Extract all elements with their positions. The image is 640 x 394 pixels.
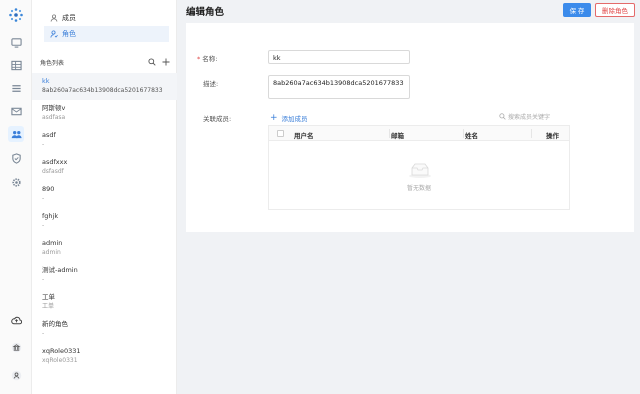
role-name: fghjk	[42, 212, 59, 220]
role-list-title: 角色列表	[40, 59, 65, 67]
roles-panel: 成员 角色 角色列表 kk 8ab260a7ac634b13908dca5201…	[32, 0, 177, 394]
role-name: 新的角色	[42, 320, 68, 328]
list-icon[interactable]	[8, 80, 24, 96]
role-desc: xqRole0331	[42, 357, 78, 364]
role-name: xqRole0331	[42, 347, 81, 355]
table-header: 用户名 邮箱 姓名 操作	[269, 126, 569, 141]
add-member-button[interactable]: + 添加成员	[270, 113, 308, 124]
role-name: 890	[42, 185, 55, 193]
role-desc: -	[42, 222, 45, 229]
members-table: 用户名 邮箱 姓名 操作 暂无数据	[268, 125, 570, 210]
role-item[interactable]: 890 -	[32, 181, 177, 208]
role-item[interactable]: xqRole0331 xqRole0331	[32, 343, 177, 370]
user-avatar-icon[interactable]	[8, 367, 24, 383]
delete-role-button[interactable]: 删除角色	[595, 3, 635, 17]
name-field[interactable]: kk	[268, 50, 410, 64]
role-item[interactable]: 新的角色 -	[32, 316, 177, 343]
role-name: asdfxxx	[42, 158, 68, 166]
description-field[interactable]: 8ab260a7ac634b13908dca5201677833	[268, 75, 410, 99]
role-item[interactable]: 阿斯顿v asdfasa	[32, 100, 177, 127]
role-desc: -	[42, 276, 45, 283]
nav-roles-label: 角色	[62, 30, 76, 38]
column-divider	[389, 129, 390, 138]
role-desc: 工单	[42, 303, 55, 310]
role-name: 工单	[42, 293, 55, 301]
add-member-label: 添加成员	[281, 115, 308, 123]
monitor-icon[interactable]	[8, 34, 24, 50]
person-icon	[50, 14, 58, 22]
empty-box-icon	[409, 163, 431, 178]
desc-label: 描述:	[203, 80, 219, 88]
column-header: 操作	[546, 132, 559, 140]
required-mark: *	[197, 55, 201, 63]
role-item[interactable]: fghjk -	[32, 208, 177, 235]
role-item[interactable]: asdfxxx dsfasdf	[32, 154, 177, 181]
role-name: 阿斯顿v	[42, 104, 66, 112]
nav-roles[interactable]: 角色	[44, 26, 169, 42]
column-header: 用户名	[294, 132, 314, 140]
role-name: kk	[42, 77, 50, 85]
name-label: * 名称:	[197, 55, 218, 63]
column-header: 邮箱	[391, 132, 404, 140]
search-icon	[499, 113, 506, 120]
column-divider	[531, 129, 532, 138]
role-item[interactable]: admin admin	[32, 235, 177, 262]
empty-text: 暂无数据	[406, 185, 431, 192]
select-all-checkbox[interactable]	[277, 130, 284, 137]
role-item[interactable]: 测试-admin -	[32, 262, 177, 289]
role-desc: admin	[42, 249, 61, 256]
members-label: 关联成员:	[203, 115, 232, 123]
page-title: 编辑角色	[186, 7, 225, 18]
plus-icon: +	[270, 113, 278, 123]
role-name: asdf	[42, 131, 56, 139]
role-desc: -	[42, 141, 45, 148]
search-placeholder: 搜索成员关键字	[508, 114, 551, 121]
role-name: admin	[42, 239, 63, 247]
member-search-input[interactable]: 搜索成员关键字	[499, 112, 550, 121]
role-desc: -	[42, 330, 45, 337]
save-button[interactable]: 保 存	[563, 3, 591, 17]
icon-rail	[0, 0, 32, 394]
role-desc: dsfasdf	[42, 168, 64, 175]
role-list-header: 角色列表	[40, 56, 170, 68]
column-header: 姓名	[465, 132, 478, 140]
role-desc: asdfasa	[42, 114, 66, 121]
shield-icon[interactable]	[8, 150, 24, 166]
role-desc: -	[42, 195, 45, 202]
role-item[interactable]: 工单 工单	[32, 289, 177, 316]
role-item[interactable]: kk 8ab260a7ac634b13908dca5201677833	[32, 73, 177, 100]
table-grid-icon[interactable]	[8, 57, 24, 73]
role-icon	[50, 30, 58, 38]
role-name: 测试-admin	[42, 266, 78, 274]
bank-icon[interactable]	[8, 339, 24, 355]
search-icon[interactable]	[148, 58, 156, 66]
gear-icon[interactable]	[8, 174, 24, 190]
mail-icon[interactable]	[8, 103, 24, 119]
nav-members[interactable]: 成员	[44, 10, 169, 26]
cloud-upload-icon[interactable]	[8, 312, 24, 328]
role-desc: 8ab260a7ac634b13908dca5201677833	[42, 87, 163, 94]
app-logo-icon[interactable]	[8, 7, 24, 23]
add-icon[interactable]	[162, 58, 170, 66]
role-item[interactable]: asdf -	[32, 127, 177, 154]
team-icon[interactable]	[8, 126, 24, 142]
column-divider	[463, 129, 464, 138]
nav-members-label: 成员	[62, 14, 76, 22]
